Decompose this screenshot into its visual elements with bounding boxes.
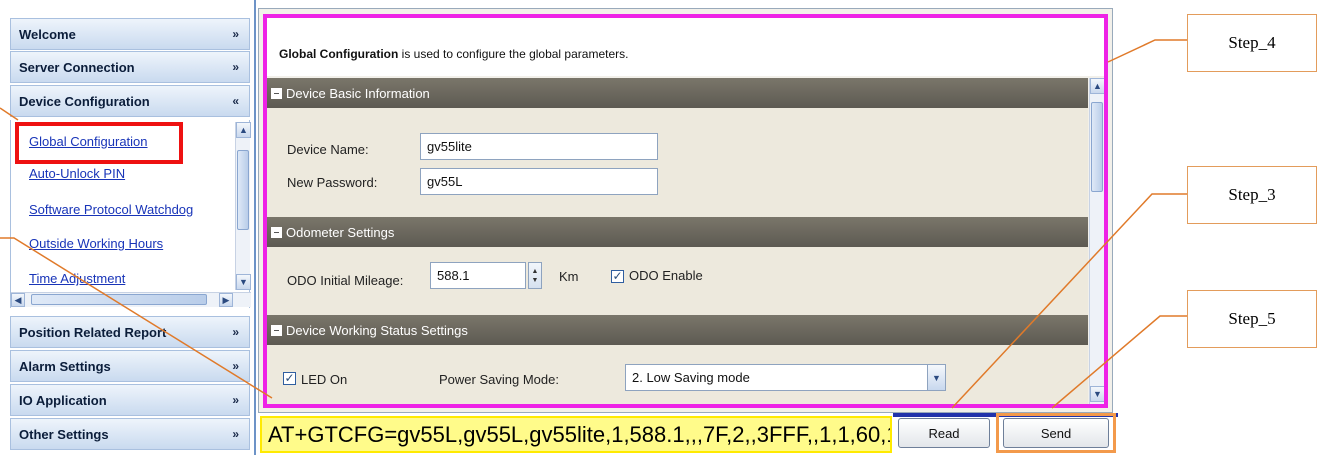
left-leader-1 [0, 107, 19, 121]
callout-lines [0, 39, 1187, 409]
step-5-leader [1051, 315, 1187, 409]
step-4-leader [1107, 39, 1187, 63]
step-3-leader [951, 193, 1187, 409]
left-leader-2 [0, 237, 273, 399]
screenshot-stage: Welcome » Server Connection » Device Con… [0, 0, 1324, 455]
